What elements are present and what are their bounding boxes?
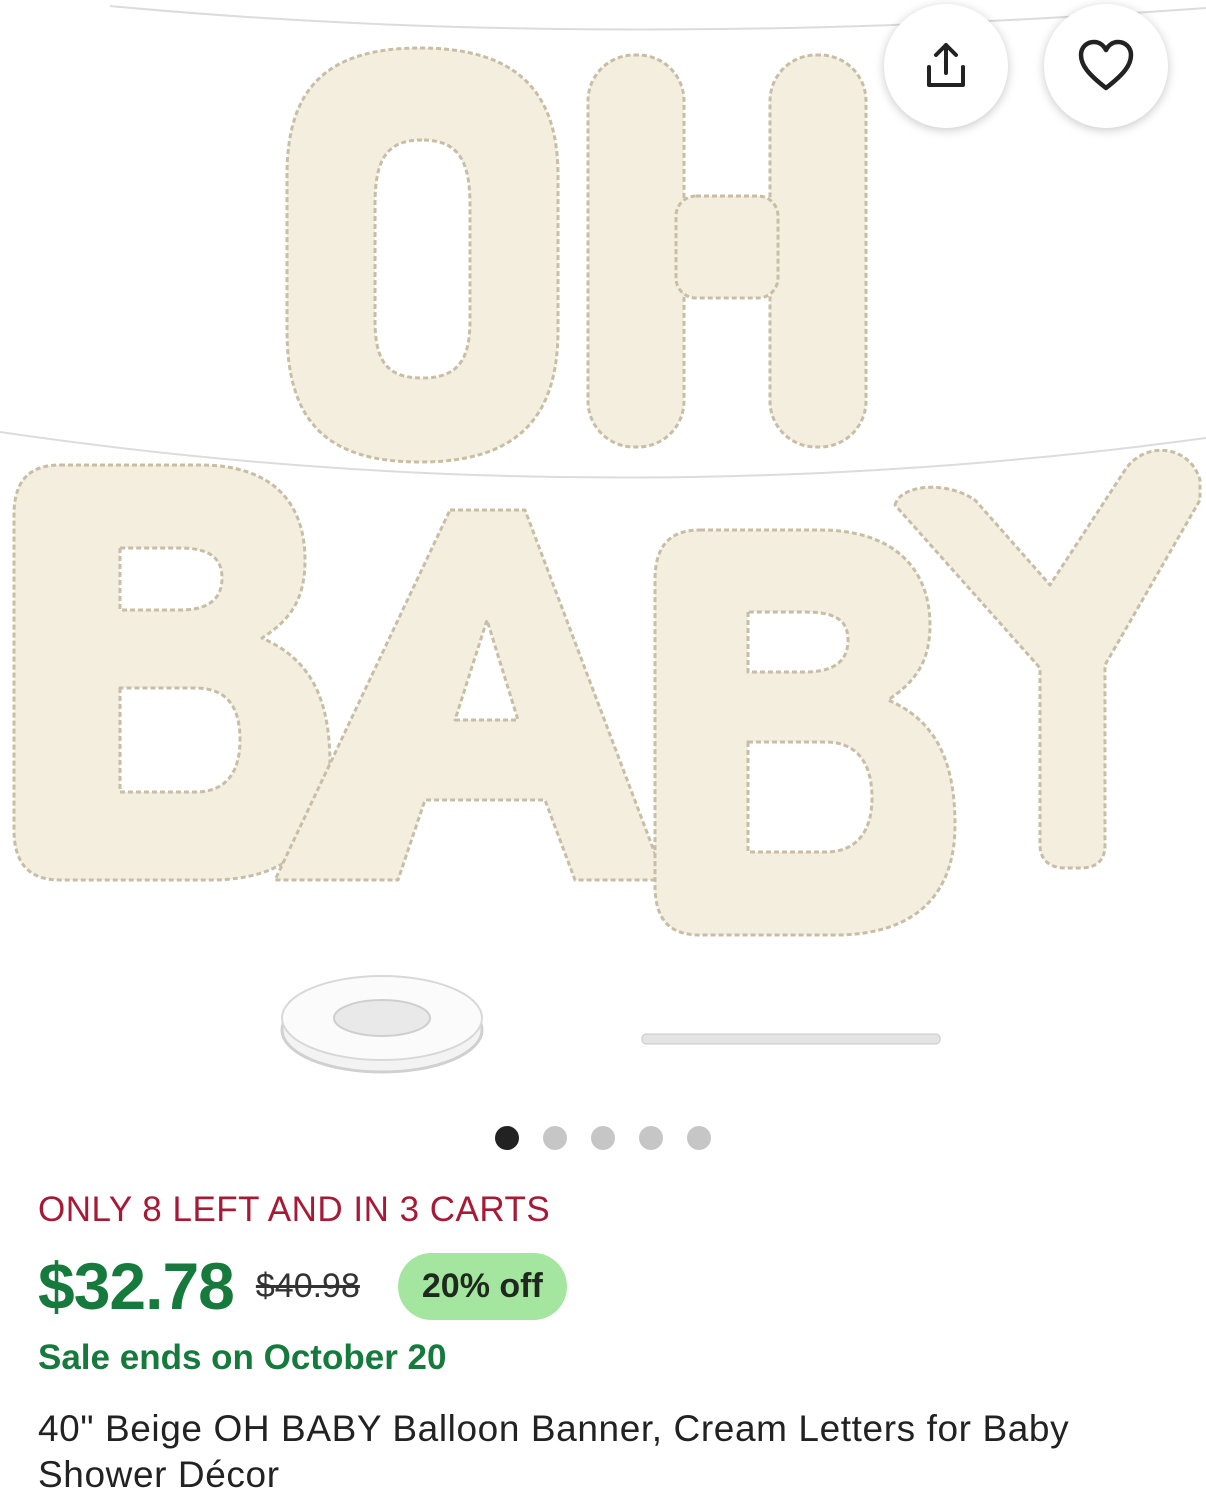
letter-h-balloon bbox=[586, 53, 868, 449]
share-button[interactable] bbox=[884, 4, 1008, 128]
pagination-dot-3[interactable] bbox=[591, 1126, 615, 1150]
image-pagination bbox=[0, 1126, 1206, 1150]
pagination-dot-4[interactable] bbox=[639, 1126, 663, 1150]
balloon-stick bbox=[641, 1033, 941, 1045]
letter-b-balloon bbox=[12, 463, 332, 882]
stock-alert: ONLY 8 LEFT AND IN 3 CARTS bbox=[38, 1190, 551, 1229]
share-icon bbox=[927, 43, 965, 87]
pagination-dot-1[interactable] bbox=[495, 1126, 519, 1150]
sale-end-notice: Sale ends on October 20 bbox=[38, 1338, 447, 1377]
sale-price: $32.78 bbox=[38, 1249, 235, 1323]
product-title: 40" Beige OH BABY Balloon Banner, Cream … bbox=[38, 1408, 1070, 1495]
discount-badge: 20% off bbox=[397, 1252, 567, 1320]
letter-o-balloon bbox=[285, 46, 560, 464]
letter-a-balloon bbox=[273, 508, 667, 882]
price-row: $32.78 $40.98 20% off bbox=[38, 1246, 567, 1326]
product-image[interactable] bbox=[0, 0, 1206, 1100]
string-line bbox=[109, 5, 1206, 31]
balloon-illustration bbox=[0, 5, 1206, 1074]
favorite-button[interactable] bbox=[1044, 4, 1168, 128]
pagination-dot-2[interactable] bbox=[543, 1126, 567, 1150]
heart-icon bbox=[1078, 39, 1134, 91]
ribbon-spool bbox=[280, 975, 484, 1074]
letter-b-balloon bbox=[653, 528, 957, 937]
original-price: $40.98 bbox=[255, 1266, 360, 1305]
pagination-dot-5[interactable] bbox=[687, 1126, 711, 1150]
